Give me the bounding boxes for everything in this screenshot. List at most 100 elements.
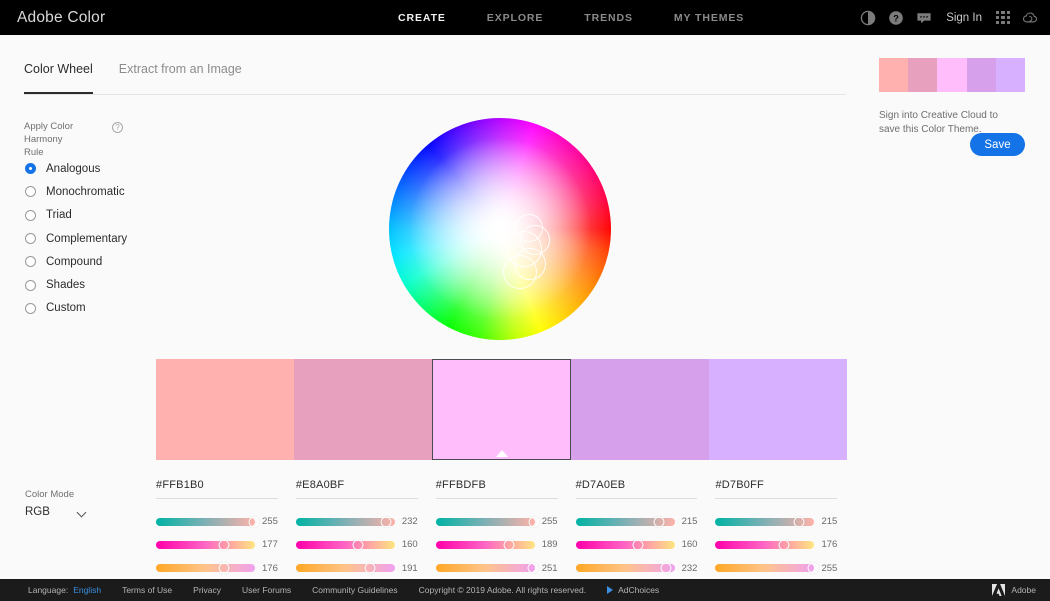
radio-icon[interactable] <box>25 279 36 291</box>
creative-cloud-icon[interactable] <box>1022 10 1038 26</box>
slider-knob-red[interactable] <box>528 516 540 528</box>
footer-community-guidelines[interactable]: Community Guidelines <box>312 585 398 595</box>
rule-custom[interactable]: Custom <box>25 297 195 320</box>
footer-adobe-label: Adobe <box>1011 585 1036 595</box>
slider-knob-red[interactable] <box>793 516 805 528</box>
color-swatch[interactable] <box>156 359 295 460</box>
harmony-rule-label: Apply Color Harmony Rule <box>24 120 108 159</box>
color-swatch[interactable] <box>570 359 709 460</box>
slider-track-green[interactable] <box>575 539 675 551</box>
slider-knob-blue[interactable] <box>364 562 376 574</box>
slider-knob-blue[interactable] <box>527 562 539 574</box>
slider-knob-blue[interactable] <box>218 562 230 574</box>
slider-track-blue[interactable] <box>156 562 255 574</box>
footer-user-forums[interactable]: User Forums <box>242 585 291 595</box>
color-value-column: #FFBDFB 255 189 251 <box>435 479 576 580</box>
sign-in-button[interactable]: Sign In <box>944 12 984 24</box>
rule-label: Analogous <box>46 162 101 175</box>
nav-create[interactable]: CREATE <box>398 12 446 24</box>
color-wheel[interactable] <box>389 118 611 340</box>
hex-value[interactable]: #D7B0FF <box>715 479 838 499</box>
slider-knob-red[interactable] <box>380 516 392 528</box>
slider-track-blue[interactable] <box>575 562 675 574</box>
top-right-actions: ? Sign In <box>860 0 1038 35</box>
tab-color-wheel[interactable]: Color Wheel <box>24 62 93 94</box>
color-wheel-marker[interactable] <box>503 255 537 289</box>
slider-value-red: 255 <box>262 516 278 528</box>
rule-complementary[interactable]: Complementary <box>25 227 195 250</box>
slider-value-green: 160 <box>681 539 698 551</box>
nav-my-themes[interactable]: MY THEMES <box>674 12 744 24</box>
info-icon[interactable]: ? <box>112 122 123 133</box>
hex-value[interactable]: #D7A0EB <box>575 479 698 499</box>
slider-track-green[interactable] <box>295 539 395 551</box>
hex-value[interactable]: #E8A0BF <box>295 479 418 499</box>
slider-knob-green[interactable] <box>218 539 230 551</box>
slider-knob-green[interactable] <box>632 539 644 551</box>
chevron-down-icon[interactable] <box>78 508 87 517</box>
slider-track-green[interactable] <box>156 539 255 551</box>
apps-grid-icon[interactable] <box>996 10 1010 25</box>
rule-label: Compound <box>46 255 103 268</box>
slider-knob-green[interactable] <box>778 539 790 551</box>
nav-trends[interactable]: TRENDS <box>584 12 633 24</box>
radio-icon[interactable] <box>25 186 36 198</box>
footer-privacy[interactable]: Privacy <box>193 585 221 595</box>
hex-value[interactable]: #FFB1B0 <box>156 479 278 499</box>
slider-track-blue[interactable] <box>715 562 819 574</box>
footer-language-value[interactable]: English <box>73 585 101 595</box>
slider-value-blue: 255 <box>821 562 838 574</box>
tab-extract-from-image[interactable]: Extract from an Image <box>119 62 242 94</box>
slider-track-red[interactable] <box>295 516 395 528</box>
save-button[interactable]: Save <box>970 133 1025 156</box>
slider-row-green: 176 <box>715 533 837 556</box>
main-navigation: CREATE EXPLORE TRENDS MY THEMES <box>398 0 744 35</box>
color-mode-select[interactable]: RGB <box>25 506 87 518</box>
footer-adchoices[interactable]: AdChoices <box>607 585 659 595</box>
rule-shades[interactable]: Shades <box>25 273 195 296</box>
slider-knob-green[interactable] <box>503 539 515 551</box>
feedback-icon[interactable] <box>916 10 932 26</box>
color-swatch[interactable] <box>432 359 571 460</box>
color-swatch[interactable] <box>708 359 848 460</box>
radio-icon[interactable] <box>25 163 36 175</box>
slider-track-red[interactable] <box>435 516 540 528</box>
slider-track-blue[interactable] <box>295 562 395 574</box>
radio-icon[interactable] <box>25 302 36 314</box>
rule-monochromatic[interactable]: Monochromatic <box>25 180 195 203</box>
rule-triad[interactable]: Triad <box>25 204 195 227</box>
slider-knob-green[interactable] <box>352 539 364 551</box>
nav-explore[interactable]: EXPLORE <box>487 12 543 24</box>
color-wheel-disc[interactable] <box>389 118 611 340</box>
theme-preview-swatch <box>908 58 938 92</box>
slider-track-red[interactable] <box>715 516 815 528</box>
rgb-sliders: 215 176 255 <box>715 510 837 580</box>
footer-adchoices-link[interactable]: AdChoices <box>618 585 659 595</box>
slider-track-green[interactable] <box>715 539 815 551</box>
rule-label: Custom <box>46 302 86 315</box>
footer-terms-of-use[interactable]: Terms of Use <box>122 585 172 595</box>
rule-compound[interactable]: Compound <box>25 250 195 273</box>
slider-track-blue[interactable] <box>435 562 539 574</box>
slider-knob-red[interactable] <box>248 516 260 528</box>
radio-icon[interactable] <box>25 256 36 268</box>
selected-swatch-caret-icon <box>495 450 508 457</box>
color-swatch[interactable] <box>294 359 433 460</box>
help-icon[interactable]: ? <box>888 10 904 26</box>
theme-preview-swatch <box>995 58 1026 92</box>
contrast-icon[interactable] <box>860 10 876 26</box>
footer-language-label: Language: <box>28 585 69 595</box>
slider-knob-blue[interactable] <box>660 562 672 574</box>
rule-analogous[interactable]: Analogous <box>25 157 195 180</box>
slider-knob-blue[interactable] <box>807 562 819 574</box>
slider-row-green: 160 <box>575 533 698 556</box>
slider-knob-red[interactable] <box>653 516 665 528</box>
adobe-logo-icon <box>992 584 1006 596</box>
slider-track-green[interactable] <box>435 539 535 551</box>
slider-track-red[interactable] <box>156 516 260 528</box>
slider-track-red[interactable] <box>575 516 675 528</box>
rule-label: Monochromatic <box>46 185 125 198</box>
radio-icon[interactable] <box>25 233 36 245</box>
radio-icon[interactable] <box>25 209 36 221</box>
hex-value[interactable]: #FFBDFB <box>435 479 558 499</box>
